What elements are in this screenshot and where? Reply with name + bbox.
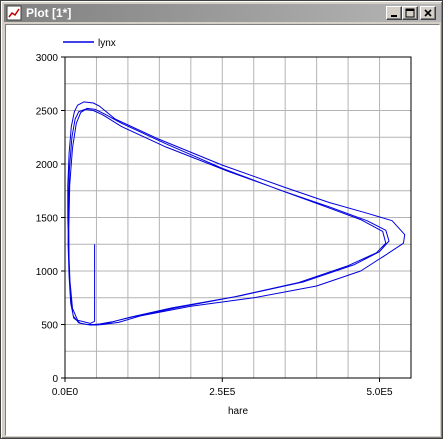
minimize-button[interactable] <box>386 6 402 20</box>
y-tick-label: 1500 <box>36 214 59 225</box>
close-icon <box>424 9 432 17</box>
title-bar[interactable]: Plot [1*] <box>4 4 441 22</box>
y-tick-label: 3000 <box>36 53 59 64</box>
maximize-button[interactable] <box>402 6 418 20</box>
y-tick-label: 2500 <box>36 107 59 118</box>
y-tick-label: 2000 <box>36 160 59 171</box>
plot-app-icon[interactable] <box>6 5 22 21</box>
maximize-icon <box>405 8 415 18</box>
y-tick-label: 0 <box>52 374 58 385</box>
series-line-lynx <box>67 101 406 326</box>
legend-label-lynx: lynx <box>98 38 116 49</box>
window-title: Plot [1*] <box>26 6 72 20</box>
minimize-icon <box>391 15 397 17</box>
x-tick-label: 0.0E0 <box>52 387 79 398</box>
y-tick-label: 500 <box>41 321 58 332</box>
series-layer <box>67 101 406 326</box>
x-tick-label: 5.0E5 <box>366 387 393 398</box>
plot-area[interactable]: 0.0E0 2.5E5 5.0E5 0 500 1000 1500 2000 2500 3000 … <box>5 24 440 436</box>
close-button[interactable] <box>420 6 436 20</box>
y-tick-label: 1000 <box>36 267 59 278</box>
plot-window: Plot [1*] 0.0E0 2.5E5 5.0E5 0 500 1000 1500 200… <box>0 0 443 439</box>
x-axis-label: hare <box>228 406 248 417</box>
ticks: 0.0E0 2.5E5 5.0E5 0 500 1000 1500 2000 2500 3000 <box>36 53 393 398</box>
chart[interactable]: 0.0E0 2.5E5 5.0E5050010001500200025003000 … <box>6 25 439 435</box>
x-tick-label: 2.5E5 <box>209 387 236 398</box>
legend[interactable]: lynx <box>63 38 116 49</box>
